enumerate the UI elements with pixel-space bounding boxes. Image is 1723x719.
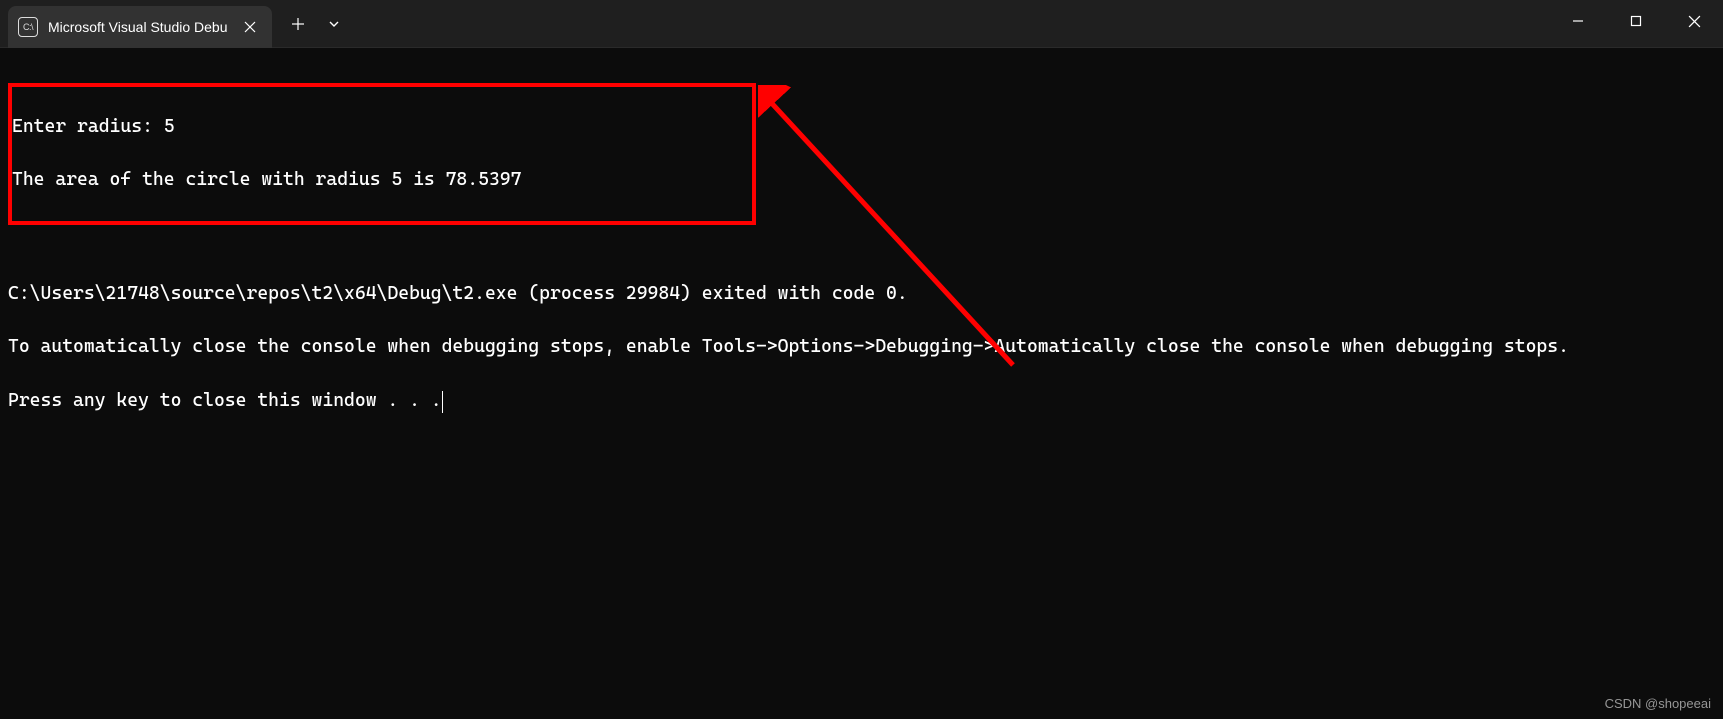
window-titlebar: C:\ Microsoft Visual Studio Debu bbox=[0, 0, 1723, 48]
output-line-press-key: Press any key to close this window . . . bbox=[8, 388, 1715, 415]
maximize-icon bbox=[1630, 15, 1642, 27]
window-controls bbox=[1549, 0, 1723, 42]
window-close-button[interactable] bbox=[1665, 0, 1723, 42]
chevron-down-icon bbox=[328, 18, 340, 30]
close-icon bbox=[1688, 15, 1701, 28]
terminal-output[interactable]: Enter radius: 5 The area of the circle w… bbox=[0, 48, 1723, 450]
output-line-hint: To automatically close the console when … bbox=[8, 334, 1715, 361]
minimize-button[interactable] bbox=[1549, 0, 1607, 42]
tab-dropdown-button[interactable] bbox=[316, 6, 352, 42]
watermark: CSDN @shopeeai bbox=[1605, 696, 1711, 711]
output-line-result: The area of the circle with radius 5 is … bbox=[12, 167, 752, 194]
console-icon: C:\ bbox=[18, 17, 38, 37]
terminal-tab[interactable]: C:\ Microsoft Visual Studio Debu bbox=[8, 6, 272, 48]
minimize-icon bbox=[1572, 15, 1584, 27]
text-cursor bbox=[442, 391, 444, 413]
highlighted-program-output: Enter radius: 5 The area of the circle w… bbox=[8, 83, 756, 225]
new-tab-button[interactable] bbox=[280, 6, 316, 42]
plus-icon bbox=[291, 17, 305, 31]
output-line-prompt: Enter radius: 5 bbox=[12, 114, 752, 141]
tab-title: Microsoft Visual Studio Debu bbox=[48, 19, 228, 35]
maximize-button[interactable] bbox=[1607, 0, 1665, 42]
output-line-exit: C:\Users\21748\source\repos\t2\x64\Debug… bbox=[8, 281, 1715, 308]
close-icon bbox=[244, 21, 256, 33]
tab-close-button[interactable] bbox=[238, 15, 262, 39]
blank-line bbox=[8, 227, 1715, 254]
